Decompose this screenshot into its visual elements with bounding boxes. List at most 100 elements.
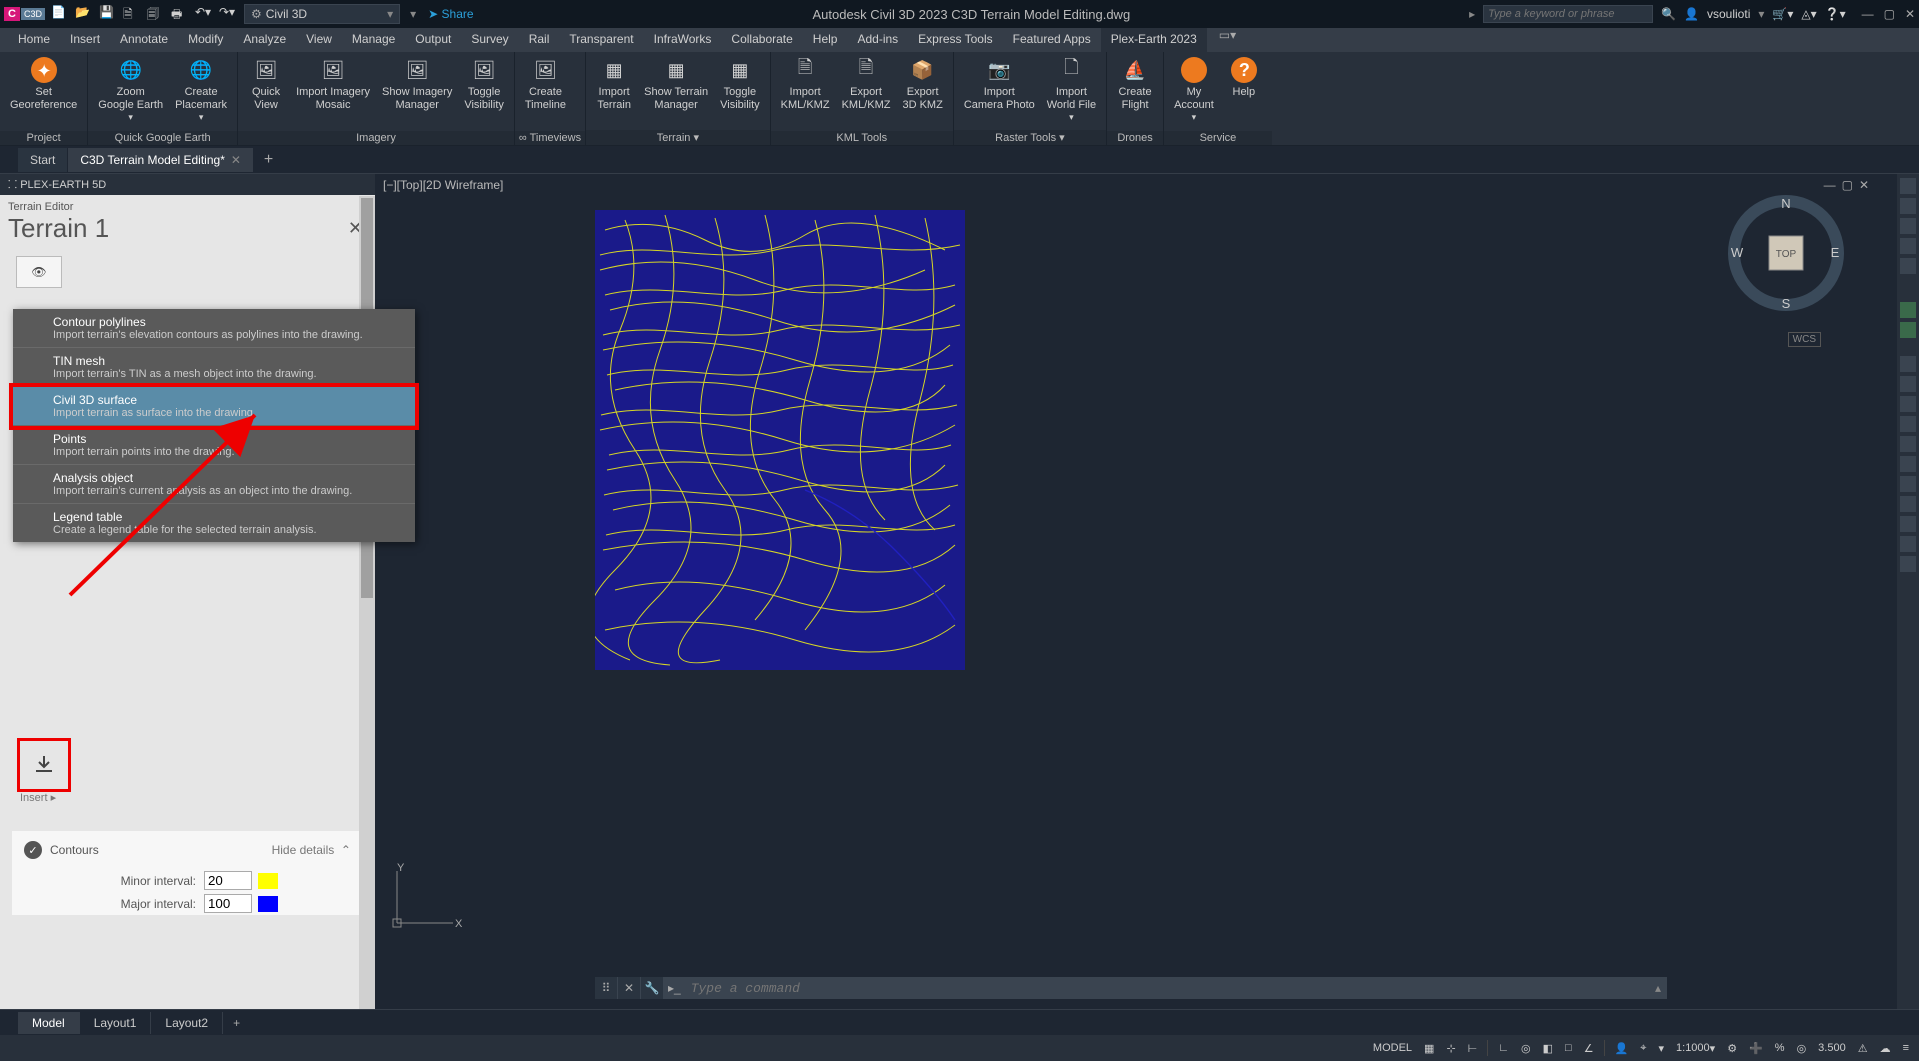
tab-addins[interactable]: Add-ins — [847, 28, 908, 52]
create-flight-button[interactable]: ⛵CreateFlight — [1111, 54, 1159, 114]
gear-status-icon[interactable]: ⚙ — [1723, 1040, 1741, 1057]
pan-icon[interactable] — [1900, 198, 1916, 214]
print-icon[interactable]: 🖶 — [171, 5, 189, 23]
minor-interval-input[interactable] — [204, 871, 252, 890]
create-timeline-button[interactable]: 🖼CreateTimeline — [519, 54, 572, 114]
import-camera-photo-button[interactable]: 📷ImportCamera Photo — [958, 54, 1041, 114]
viewport-label[interactable]: [−][Top][2D Wireframe] — [383, 178, 503, 192]
add-layout-button[interactable]: + — [223, 1012, 250, 1034]
layout-model[interactable]: Model — [18, 1012, 80, 1034]
import-terrain-button[interactable]: ▦ImportTerrain — [590, 54, 638, 114]
osnap-icon[interactable]: □ — [1561, 1040, 1576, 1056]
cmd-settings-icon[interactable]: 🔧 — [641, 977, 663, 999]
ortho-icon[interactable]: ∟ — [1494, 1040, 1513, 1056]
infer-icon[interactable]: ⊢ — [1464, 1040, 1482, 1057]
show-imagery-manager-button[interactable]: 🖼Show ImageryManager — [376, 54, 458, 114]
tab-output[interactable]: Output — [405, 28, 461, 52]
new-icon[interactable]: 📄 — [51, 5, 69, 23]
cmd-history-icon[interactable]: ▴ — [1649, 981, 1667, 995]
cloud-icon[interactable]: ☁ — [1876, 1040, 1895, 1057]
iso-icon[interactable]: ◧ — [1539, 1040, 1557, 1057]
import-imagery-mosaic-button[interactable]: 🖼Import ImageryMosaic — [290, 54, 376, 114]
bell-icon[interactable]: ⚠ — [1854, 1040, 1872, 1057]
create-placemark-button[interactable]: 🌐CreatePlacemark▾ — [169, 54, 233, 125]
show-terrain-manager-button[interactable]: ▦Show TerrainManager — [638, 54, 714, 114]
tab-help[interactable]: Help — [803, 28, 848, 52]
saveas-icon[interactable]: 🗎 — [123, 5, 141, 23]
wcs-badge[interactable]: WCS — [1788, 332, 1821, 347]
my-account-button[interactable]: MyAccount▾ — [1168, 54, 1220, 125]
workspace-dropdown[interactable]: ⚙ Civil 3D ▾ — [244, 4, 400, 24]
minor-color-swatch[interactable] — [258, 873, 278, 889]
menu-legend-table[interactable]: Legend table Create a legend table for t… — [13, 504, 415, 542]
help-button[interactable]: ?Help — [1220, 54, 1268, 101]
showmotion-icon[interactable] — [1900, 258, 1916, 274]
plus-status-icon[interactable]: ➕ — [1745, 1040, 1767, 1057]
save-icon[interactable]: 💾 — [99, 5, 117, 23]
otrack-icon[interactable]: ∠ — [1580, 1040, 1598, 1057]
command-input[interactable] — [685, 981, 1649, 996]
globe-icon[interactable] — [1900, 302, 1916, 318]
hide-details-button[interactable]: Hide details ⌃ — [272, 843, 351, 857]
new-tab-button[interactable]: + — [254, 146, 283, 174]
model-button[interactable]: MODEL — [1369, 1040, 1416, 1056]
close-button[interactable]: ✕ — [1905, 7, 1915, 21]
tab-featured[interactable]: Featured Apps — [1003, 28, 1101, 52]
tool5-icon[interactable] — [1900, 436, 1916, 452]
menu-points[interactable]: Points Import terrain points into the dr… — [13, 426, 415, 465]
filter-icon[interactable]: ▾ — [1654, 1040, 1668, 1057]
cmd-close-icon[interactable]: ✕ — [618, 977, 640, 999]
redo-icon[interactable]: ↷▾ — [219, 5, 237, 23]
import-world-file-button[interactable]: 🗋ImportWorld File▾ — [1041, 54, 1102, 125]
zoom-google-earth-button[interactable]: 🌐ZoomGoogle Earth▾ — [92, 54, 169, 125]
cmd-grip-icon[interactable]: ⠿ — [595, 977, 617, 999]
menu-analysis-object[interactable]: Analysis object Import terrain's current… — [13, 465, 415, 504]
tool-icon[interactable] — [1900, 356, 1916, 372]
person-icon[interactable]: 👤 — [1611, 1040, 1633, 1057]
autodesk-icon[interactable]: ◬▾ — [1801, 7, 1816, 21]
close-icon[interactable]: ✕ — [231, 153, 241, 167]
cart-icon[interactable]: 🛒▾ — [1772, 7, 1793, 21]
share-button[interactable]: ➤ Share — [428, 7, 473, 21]
menu-contour-polylines[interactable]: Contour polylines Import terrain's eleva… — [13, 309, 415, 348]
doctab-terrain-editing[interactable]: C3D Terrain Model Editing*✕ — [68, 148, 253, 172]
tab-infraworks[interactable]: InfraWorks — [644, 28, 722, 52]
insert-button[interactable] — [20, 741, 68, 789]
tab-home[interactable]: Home — [8, 28, 60, 52]
tab-annotate[interactable]: Annotate — [110, 28, 178, 52]
tab-transparent[interactable]: Transparent — [559, 28, 643, 52]
tool6-icon[interactable] — [1900, 456, 1916, 472]
doctab-start[interactable]: Start — [18, 148, 67, 172]
value-field[interactable]: 3.500 — [1814, 1040, 1850, 1056]
eye-tool-button[interactable]: 👁 — [16, 256, 62, 288]
percent-icon[interactable]: % — [1771, 1040, 1789, 1056]
menu-tin-mesh[interactable]: TIN mesh Import terrain's TIN as a mesh … — [13, 348, 415, 387]
vp-close-icon[interactable]: ✕ — [1859, 178, 1869, 192]
export-3dkmz-button[interactable]: 📦Export3D KMZ — [896, 54, 948, 114]
scale-dropdown[interactable]: 1:1000 ▾ — [1672, 1040, 1719, 1057]
nav-wheel-icon[interactable] — [1900, 178, 1916, 194]
tool3-icon[interactable] — [1900, 396, 1916, 412]
tab-extra-icon[interactable]: ▭▾ — [1219, 28, 1236, 52]
search-icon[interactable]: 🔍 — [1661, 7, 1676, 21]
tab-view[interactable]: View — [296, 28, 342, 52]
search-input[interactable] — [1483, 5, 1653, 23]
aperture-icon[interactable]: ⌖ — [1636, 1040, 1650, 1057]
tab-manage[interactable]: Manage — [342, 28, 405, 52]
tool4-icon[interactable] — [1900, 416, 1916, 432]
globe2-icon[interactable] — [1900, 322, 1916, 338]
tab-insert[interactable]: Insert — [60, 28, 110, 52]
vp-maximize-icon[interactable]: ▢ — [1842, 178, 1853, 192]
maximize-button[interactable]: ▢ — [1884, 7, 1895, 21]
snap-icon[interactable]: ⊹ — [1442, 1040, 1459, 1057]
tool8-icon[interactable] — [1900, 496, 1916, 512]
open-icon[interactable]: 📂 — [75, 5, 93, 23]
vp-minimize-icon[interactable]: — — [1824, 178, 1836, 192]
orbit-icon[interactable] — [1900, 238, 1916, 254]
undo-icon[interactable]: ↶▾ — [195, 5, 213, 23]
tab-plexearth[interactable]: Plex-Earth 2023 — [1101, 28, 1207, 52]
zoom-icon[interactable] — [1900, 218, 1916, 234]
tab-express[interactable]: Express Tools — [908, 28, 1002, 52]
tool10-icon[interactable] — [1900, 536, 1916, 552]
tool9-icon[interactable] — [1900, 516, 1916, 532]
